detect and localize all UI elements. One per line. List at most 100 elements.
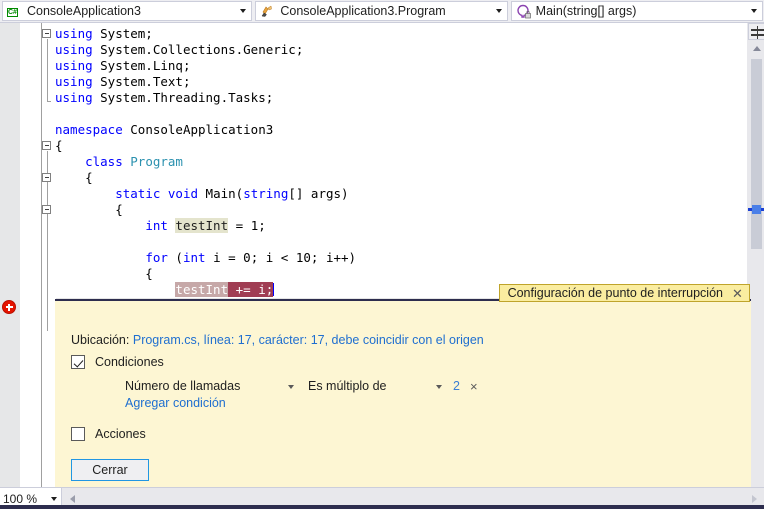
code-token: { xyxy=(55,266,153,281)
chevron-down-icon[interactable] xyxy=(436,385,442,389)
csharp-project-icon: C# xyxy=(6,3,23,20)
code-line[interactable]: class Program xyxy=(55,154,742,170)
code-line[interactable]: using System.Linq; xyxy=(55,58,742,74)
code-token: static xyxy=(115,186,168,201)
conditions-checkbox-row[interactable]: Condiciones xyxy=(71,355,164,369)
breakpoint-settings-panel: Configuración de punto de interrupción ✕… xyxy=(55,284,751,487)
actions-checkbox-row[interactable]: Acciones xyxy=(71,427,146,441)
project-selector-dropdown[interactable]: C# ConsoleApplication3 xyxy=(2,1,253,21)
chevron-down-icon[interactable] xyxy=(47,496,61,501)
chevron-down-icon[interactable] xyxy=(746,2,762,20)
chevron-down-icon[interactable] xyxy=(235,2,251,20)
condition-type-label: Número de llamadas xyxy=(125,379,241,393)
condition-value-input[interactable]: 2 xyxy=(453,377,460,395)
visual-studio-editor-window: C# ConsoleApplication3 ConsoleApplicatio… xyxy=(0,0,764,509)
outlining-margin[interactable] xyxy=(41,23,55,487)
condition-operator-dropdown[interactable]: Es múltiplo de xyxy=(308,377,448,395)
type-selector-label: ConsoleApplication3.Program xyxy=(280,4,446,18)
code-token: ; xyxy=(258,218,266,233)
code-token: System.Collections.Generic; xyxy=(100,42,304,57)
code-token: using xyxy=(55,58,101,73)
code-token: i = xyxy=(213,250,244,265)
code-line[interactable]: using System; xyxy=(55,26,742,42)
breakpoint-settings-body: Ubicación: Program.cs, línea: 17, caráct… xyxy=(55,301,751,487)
type-selector-dropdown[interactable]: ConsoleApplication3.Program xyxy=(255,1,508,21)
condition-type-dropdown[interactable]: Número de llamadas xyxy=(125,377,300,395)
outline-collapse-class[interactable] xyxy=(42,173,51,182)
chevron-down-icon[interactable] xyxy=(491,2,507,20)
code-line[interactable]: using System.Text; xyxy=(55,74,742,90)
code-token: [] args) xyxy=(288,186,349,201)
code-token: using xyxy=(55,74,101,89)
code-line[interactable]: for (int i = 0; i < 10; i++) xyxy=(55,250,742,266)
code-line[interactable]: namespace ConsoleApplication3 xyxy=(55,122,742,138)
peek-title-label: Configuración de punto de interrupción xyxy=(507,286,723,300)
code-token: System.Threading.Tasks; xyxy=(100,90,274,105)
code-token: class xyxy=(85,154,131,169)
scroll-up-button[interactable] xyxy=(748,41,764,56)
conditions-checkbox[interactable] xyxy=(71,355,85,369)
code-token: int xyxy=(182,250,214,265)
actions-label: Acciones xyxy=(95,427,146,441)
member-selector-label: Main(string[] args) xyxy=(535,4,637,18)
code-line[interactable]: using System.Threading.Tasks; xyxy=(55,90,742,106)
code-token: ; i++) xyxy=(310,250,357,265)
code-line[interactable] xyxy=(55,234,742,250)
code-line[interactable]: static void Main(string[] args) xyxy=(55,186,742,202)
code-line[interactable]: using System.Collections.Generic; xyxy=(55,42,742,58)
method-private-icon xyxy=(515,3,532,20)
code-token: Program xyxy=(130,154,183,169)
code-token: Main( xyxy=(205,186,244,201)
close-button[interactable]: Cerrar xyxy=(71,459,149,481)
location-label: Ubicación: xyxy=(71,333,130,347)
code-line[interactable]: { xyxy=(55,202,742,218)
code-token: using xyxy=(55,26,101,41)
location-value[interactable]: Program.cs, línea: 17, carácter: 17, deb… xyxy=(133,333,484,347)
class-icon xyxy=(259,3,276,20)
code-token: += i; xyxy=(228,282,274,297)
split-view-icon[interactable] xyxy=(748,23,764,40)
code-token: { xyxy=(55,202,123,217)
chevron-down-icon[interactable] xyxy=(288,385,294,389)
csharp-icon-label: C# xyxy=(7,7,18,17)
breakpoint-settings-title-tab: Configuración de punto de interrupción ✕ xyxy=(498,284,750,302)
code-token: = xyxy=(228,218,251,233)
code-token: System; xyxy=(100,26,153,41)
code-token: using xyxy=(55,90,101,105)
project-selector-label: ConsoleApplication3 xyxy=(27,4,141,18)
navigation-bar: C# ConsoleApplication3 ConsoleApplicatio… xyxy=(0,0,764,23)
outline-collapse-usings[interactable] xyxy=(42,29,51,38)
outline-collapse-method[interactable] xyxy=(42,205,51,214)
close-icon[interactable]: ✕ xyxy=(731,287,744,300)
code-line[interactable]: { xyxy=(55,138,742,154)
remove-condition-icon[interactable]: × xyxy=(470,377,478,395)
scrollbar-caret-marker xyxy=(752,205,761,214)
code-token: ; i < xyxy=(250,250,296,265)
outline-guide-end xyxy=(46,101,51,102)
breakpoint-gutter[interactable] xyxy=(0,23,20,487)
outline-guide xyxy=(46,39,48,101)
code-token: 10 xyxy=(295,250,311,265)
code-token: int xyxy=(145,218,176,233)
code-token: ( xyxy=(175,250,183,265)
member-selector-dropdown[interactable]: Main(string[] args) xyxy=(510,1,763,21)
code-token: System.Linq; xyxy=(100,58,191,73)
conditions-label: Condiciones xyxy=(95,355,164,369)
code-token: { xyxy=(55,138,63,153)
zoom-level-value: 100 % xyxy=(3,491,38,506)
code-line[interactable] xyxy=(55,106,742,122)
code-line[interactable]: { xyxy=(55,266,742,282)
selection-margin xyxy=(20,23,41,487)
actions-checkbox[interactable] xyxy=(71,427,85,441)
add-condition-link[interactable]: Agregar condición xyxy=(125,396,226,410)
scrollbar-thumb[interactable] xyxy=(751,59,762,249)
code-token: testInt xyxy=(175,282,229,297)
conditional-breakpoint-icon[interactable] xyxy=(2,300,16,314)
code-line[interactable]: { xyxy=(55,170,742,186)
outline-collapse-namespace[interactable] xyxy=(42,141,51,150)
code-line[interactable]: int testInt = 1; xyxy=(55,218,742,234)
code-text[interactable]: using System; using System.Collections.Ge… xyxy=(55,26,742,298)
